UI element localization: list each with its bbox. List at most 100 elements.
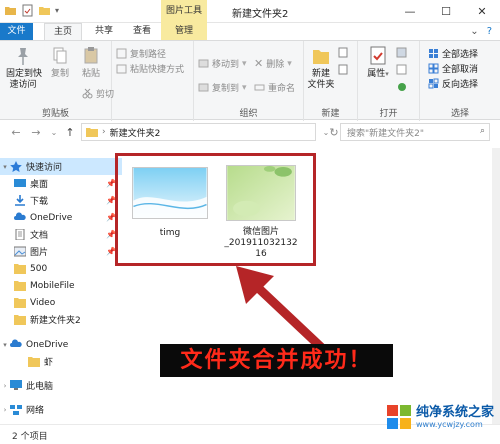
expand-caret-icon[interactable]: ▾	[0, 341, 10, 349]
nav-item-downloads[interactable]: 下载 📌	[0, 192, 122, 209]
nav-item-500[interactable]: 500	[0, 260, 122, 277]
cut-button[interactable]: 剪切	[82, 87, 114, 100]
collapse-ribbon-icon[interactable]: ⌄	[470, 26, 478, 37]
new-folder-label: 新建 文件夹	[307, 69, 335, 90]
new-item-buttons	[338, 47, 350, 75]
paste-shortcut-label: 粘贴快捷方式	[130, 65, 185, 75]
properties-icon	[370, 46, 386, 65]
folder-icon	[28, 357, 40, 367]
document-icon	[15, 229, 25, 240]
copy-to-button[interactable]: 复制到 ▾	[198, 81, 247, 94]
select-none-button[interactable]: 全部取消	[428, 62, 478, 75]
desktop-icon	[14, 179, 26, 187]
properties-check-icon[interactable]	[21, 4, 34, 17]
nav-label: MobileFile	[30, 280, 75, 291]
move-to-label: 移动到	[212, 60, 240, 70]
copy-button[interactable]: 复制	[48, 45, 72, 80]
tab-share[interactable]: 共享	[86, 23, 122, 40]
copy-path-icon	[116, 48, 127, 59]
clipboard-group: 固定到快 速访问 复制 粘贴 剪贴板	[0, 41, 112, 121]
recent-locations-icon[interactable]: ⌄	[46, 124, 62, 140]
copy-path-button[interactable]: 复制路径	[116, 47, 166, 60]
watermark-text: 纯净系统之家 www.ycwjzy.com	[415, 404, 494, 429]
select-all-button[interactable]: 全部选择	[428, 47, 478, 60]
nav-item-shrimp[interactable]: 虾	[0, 353, 122, 370]
open-group-label: 打开	[379, 109, 398, 119]
nav-item-pictures[interactable]: 图片 📌	[0, 243, 122, 260]
up-arrow-icon[interactable]: ↑	[62, 124, 78, 140]
paste-shortcut-button[interactable]: 粘贴快捷方式	[116, 62, 184, 75]
minimize-button[interactable]: —	[392, 0, 428, 23]
vertical-scrollbar[interactable]	[492, 148, 500, 424]
tab-file[interactable]: 文件	[0, 23, 33, 40]
watermark-url: www.ycwjzy.com	[415, 419, 483, 429]
nav-item-network[interactable]: › 网络	[0, 401, 122, 418]
nav-item-onedrive-root[interactable]: ▾ OneDrive	[0, 336, 122, 353]
expand-caret-icon[interactable]: ▾	[0, 163, 10, 171]
nav-label: OneDrive	[30, 212, 73, 223]
pin-quick-access-button[interactable]: 固定到快 速访问	[6, 45, 43, 91]
windows-logo-icon	[386, 405, 411, 429]
close-button[interactable]: ✕	[464, 0, 500, 23]
new-group: 新建 文件夹 新建	[304, 41, 358, 121]
nav-item-desktop[interactable]: 桌面 📌	[0, 175, 122, 192]
cut-label: 剪切	[96, 90, 115, 100]
copy-to-label: 复制到	[212, 84, 240, 94]
copy-label: 复制	[50, 69, 69, 79]
navigation-pane: ▾ 快速访问 桌面 📌 下载 📌 OneDrive 📌 文档 📌 图片 📌 50…	[0, 148, 122, 424]
maximize-button[interactable]: ☐	[428, 0, 464, 23]
new-folder-icon[interactable]	[38, 4, 51, 17]
select-all-icon	[429, 49, 438, 58]
tab-manage[interactable]: 管理	[161, 23, 207, 40]
nav-label: 快速访问	[26, 163, 63, 173]
delete-button[interactable]: ✕ 删除 ▾	[254, 57, 292, 70]
nav-item-mobilefile[interactable]: MobileFile	[0, 277, 122, 294]
item-count: 2 个项目	[12, 432, 48, 442]
select-none-icon	[428, 63, 439, 74]
easy-access-icon[interactable]	[338, 64, 350, 75]
nav-item-this-pc[interactable]: › 此电脑	[0, 377, 122, 394]
rename-label: 重命名	[268, 84, 296, 94]
invert-selection-icon	[428, 78, 439, 89]
nav-item-quick-access[interactable]: ▾ 快速访问	[0, 158, 122, 175]
select-all-label: 全部选择	[442, 50, 479, 60]
pin-label: 固定到快 速访问	[6, 69, 43, 90]
address-bar[interactable]: › 新建文件夹2	[81, 123, 316, 141]
download-icon	[15, 195, 25, 206]
nav-item-onedrive[interactable]: OneDrive 📌	[0, 209, 122, 226]
move-to-icon	[198, 59, 209, 68]
copy-path-label: 复制路径	[130, 50, 167, 60]
new-item-icon[interactable]	[338, 47, 350, 58]
copy-to-icon	[198, 83, 209, 92]
tab-view[interactable]: 查看	[124, 23, 160, 40]
history-icon[interactable]	[396, 81, 408, 92]
cloud-icon	[14, 212, 26, 220]
open-icon[interactable]	[396, 47, 408, 58]
nav-item-new-folder-2[interactable]: 新建文件夹2	[0, 311, 122, 328]
breadcrumb-current[interactable]: 新建文件夹2	[110, 126, 161, 139]
expand-caret-icon[interactable]: ›	[0, 406, 10, 414]
new-group-label: 新建	[321, 109, 340, 119]
rename-button[interactable]: 重命名	[254, 81, 295, 94]
help-icon[interactable]: ?	[487, 26, 492, 37]
move-to-button[interactable]: 移动到 ▾	[198, 57, 247, 70]
star-icon	[10, 161, 22, 172]
rename-icon	[254, 84, 265, 91]
edit-icon[interactable]	[396, 64, 408, 75]
paste-button[interactable]: 粘贴	[76, 45, 106, 80]
new-folder-button[interactable]: 新建 文件夹	[306, 45, 336, 91]
nav-item-video[interactable]: Video	[0, 294, 122, 311]
tab-home[interactable]: 主页	[44, 23, 82, 40]
search-input[interactable]: 搜索"新建文件夹2" ⌕	[340, 123, 490, 141]
quick-access-toolbar: ▾	[4, 4, 59, 17]
properties-button[interactable]: 属性▾	[364, 45, 392, 80]
qat-dropdown-icon[interactable]: ▾	[55, 6, 59, 15]
folder-icon[interactable]	[4, 4, 17, 17]
forward-arrow-icon[interactable]: →	[28, 124, 44, 140]
expand-caret-icon[interactable]: ›	[0, 382, 10, 390]
back-arrow-icon[interactable]: ←	[8, 124, 24, 140]
nav-label: 网络	[26, 406, 45, 416]
invert-selection-button[interactable]: 反向选择	[428, 77, 478, 90]
watermark-title: 纯净系统之家	[415, 404, 494, 420]
nav-item-documents[interactable]: 文档 📌	[0, 226, 122, 243]
